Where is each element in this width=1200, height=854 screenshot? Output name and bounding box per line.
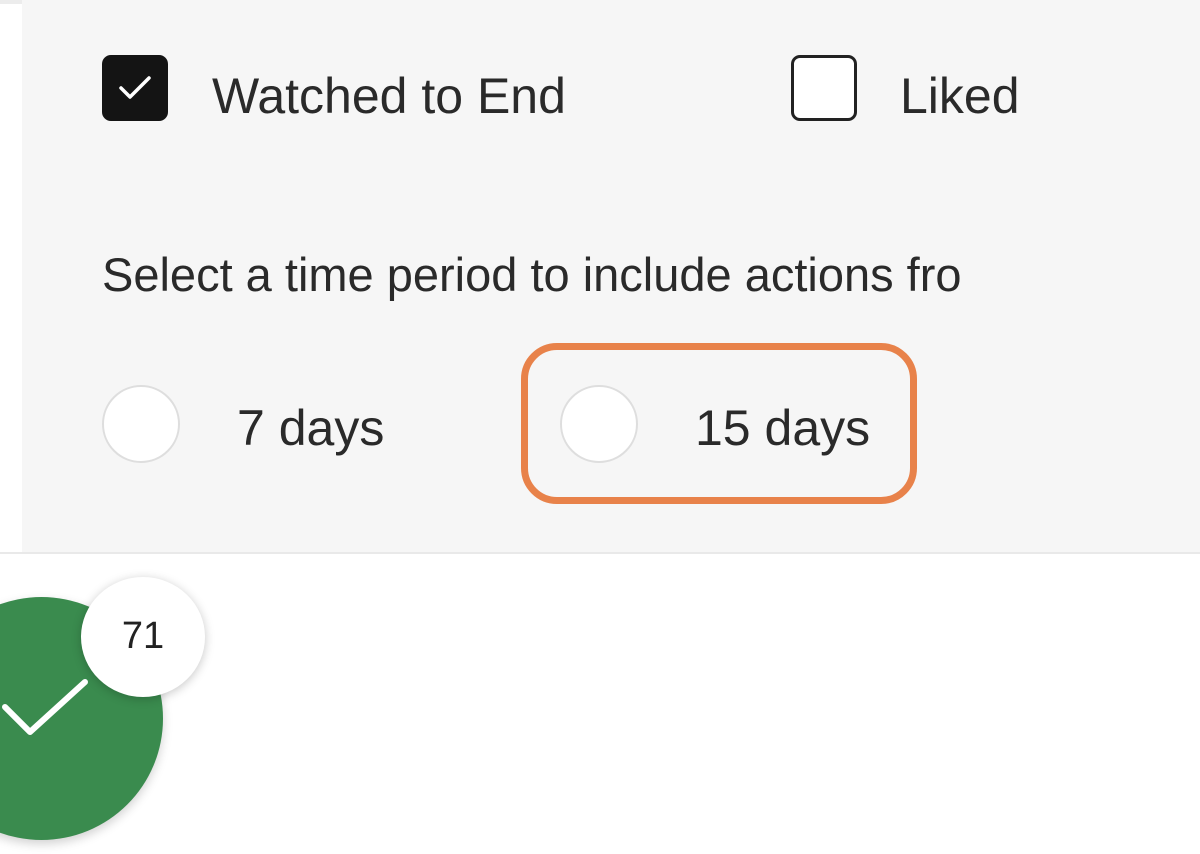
screenshot-frame: Watched to End Liked Select a time perio…: [0, 0, 1200, 854]
watched-to-end-label: Watched to End: [212, 68, 566, 124]
liked-label: Liked: [900, 68, 1020, 124]
radio-7-days-label: 7 days: [237, 400, 385, 456]
liked-checkbox[interactable]: [791, 55, 857, 121]
badge-count: 71: [121, 615, 165, 657]
time-period-prompt: Select a time period to include actions …: [102, 248, 962, 301]
count-badge: 71: [81, 577, 205, 697]
radio-7-days[interactable]: [102, 385, 180, 463]
section-divider: [0, 552, 1200, 554]
watched-to-end-checkbox[interactable]: [102, 55, 168, 121]
check-icon: [2, 679, 88, 735]
checkmark-icon: [119, 76, 151, 99]
highlight-box: [521, 343, 917, 504]
